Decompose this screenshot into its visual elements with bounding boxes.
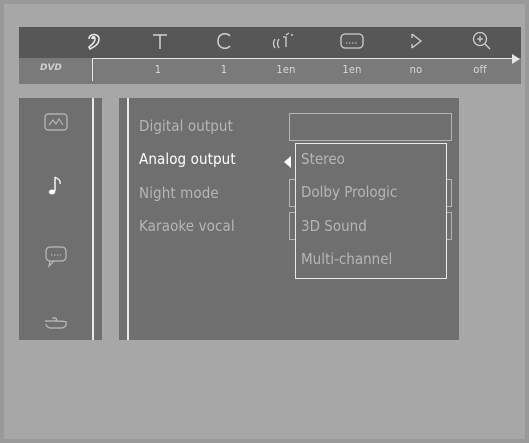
sidebar-divider [92,98,94,340]
picture-icon[interactable] [41,107,71,137]
audio-value: 1en [276,63,296,76]
audio-icon[interactable] [271,29,293,53]
option-multi-channel[interactable]: Multi-channel [301,250,392,268]
subtitle-icon[interactable] [338,29,364,53]
angle-icon[interactable] [405,29,427,53]
chapter-icon[interactable] [213,29,235,53]
analog-output-dropdown: Stereo Dolby Prologic 3D Sound Multi-cha… [295,143,447,279]
selection-indicator-arrow [512,54,520,64]
option-stereo[interactable]: Stereo [301,150,345,168]
music-note-icon[interactable] [41,171,71,201]
zoom-icon[interactable] [470,29,492,53]
category-sidebar [19,98,102,340]
title-value: 1 [154,63,162,76]
option-dolby-prologic[interactable]: Dolby Prologic [301,183,397,201]
selection-indicator-line [92,58,519,59]
digital-output-value-box[interactable] [289,113,452,141]
setup-icon[interactable] [83,29,105,53]
angle-value: no [409,63,423,76]
chapter-value: 1 [220,63,228,76]
selection-indicator-tick [92,58,93,81]
audio-settings-panel: Digital output Analog output Night mode … [119,98,459,340]
menu-item-karaoke-vocal[interactable]: Karaoke vocal [139,217,235,235]
panel-divider [127,98,129,340]
dvd-setup-screen: DVD 1 1 1en 1en no off Digital output An… [0,0,529,443]
menu-item-night-mode[interactable]: Night mode [139,184,219,202]
speech-bubble-icon[interactable] [41,241,71,271]
menu-item-digital-output[interactable]: Digital output [139,117,233,135]
menu-item-analog-output[interactable]: Analog output [139,150,236,168]
option-3d-sound[interactable]: 3D Sound [301,217,367,235]
zoom-value: off [473,63,487,76]
pointing-hand-icon[interactable] [41,308,71,338]
subtitle-value: 1en [342,63,362,76]
title-icon[interactable] [149,29,171,53]
selection-arrow-icon [284,156,291,168]
dvd-logo: DVD [40,63,62,73]
